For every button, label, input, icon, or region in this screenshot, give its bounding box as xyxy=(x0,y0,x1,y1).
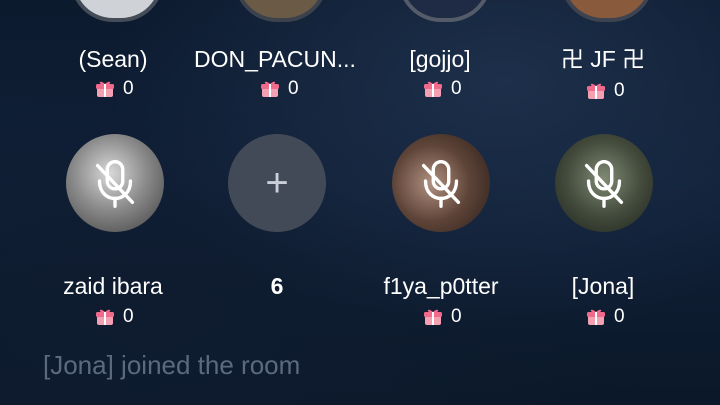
avatar-jona[interactable] xyxy=(555,134,653,232)
gift-count-value: 0 xyxy=(123,306,134,327)
seat-name: DON_PACUN... xyxy=(194,46,356,72)
avatar-jf[interactable] xyxy=(560,0,654,22)
seat-name: f1ya_p0tter xyxy=(383,273,499,299)
gift-icon xyxy=(96,309,114,325)
seat-name: [Jona] xyxy=(571,273,635,299)
gift-count-value: 0 xyxy=(614,306,625,327)
avatar-gojjo[interactable] xyxy=(398,0,492,22)
gift-count-value: 0 xyxy=(123,78,134,99)
gift-count: 0 xyxy=(586,80,625,102)
plus-icon: + xyxy=(265,160,289,205)
avatar-f1ya-p0tter[interactable] xyxy=(392,134,490,232)
gift-icon xyxy=(96,81,114,97)
seat-name: zaid ibara xyxy=(63,273,163,299)
gift-count: 0 xyxy=(423,306,462,328)
gift-icon xyxy=(261,81,279,97)
seat-number: 6 xyxy=(270,273,284,299)
gift-count-value: 0 xyxy=(288,78,299,99)
avatar-sean[interactable] xyxy=(70,0,164,22)
seat-name: [gojjo] xyxy=(409,46,471,72)
gift-count-value: 0 xyxy=(614,80,625,101)
gift-icon xyxy=(424,309,442,325)
avatar-don-pacun[interactable] xyxy=(234,0,328,22)
gift-icon xyxy=(587,309,605,325)
avatar-zaid-ibara[interactable] xyxy=(66,134,164,232)
gift-count: 0 xyxy=(423,78,462,100)
seat-name: (Sean) xyxy=(78,46,148,72)
mic-off-icon xyxy=(95,160,135,208)
empty-seat-button[interactable]: + xyxy=(228,134,326,232)
mic-off-icon xyxy=(584,160,624,208)
gift-count: 0 xyxy=(260,78,299,100)
gift-count-value: 0 xyxy=(451,78,462,99)
gift-count: 0 xyxy=(95,78,134,100)
gift-count: 0 xyxy=(95,306,134,328)
mic-off-icon xyxy=(421,160,461,208)
gift-icon xyxy=(424,81,442,97)
gift-count: 0 xyxy=(586,306,625,328)
seat-name: 卍 JF 卍 xyxy=(560,46,646,72)
gift-count-value: 0 xyxy=(451,306,462,327)
join-notification: [Jona] joined the room xyxy=(43,350,301,380)
gift-icon xyxy=(587,83,605,99)
